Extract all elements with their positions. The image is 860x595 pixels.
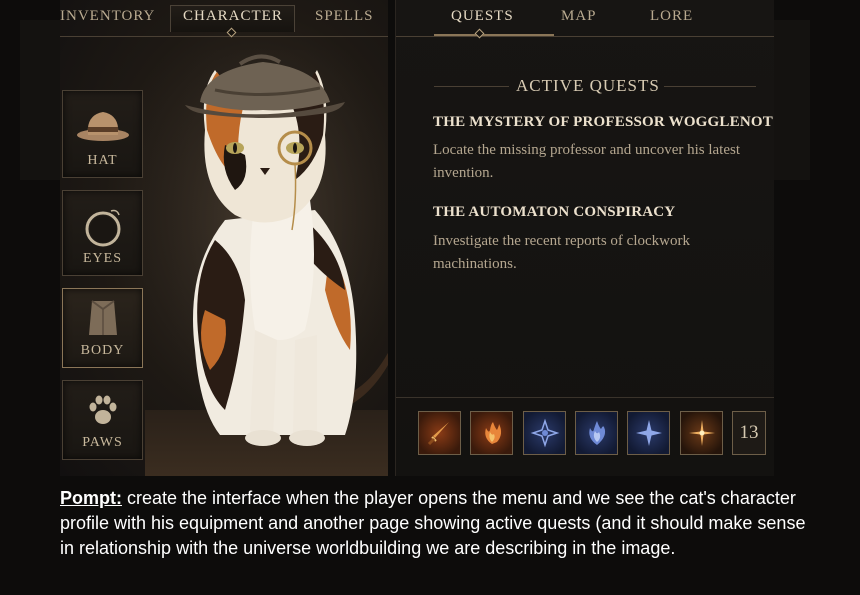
- hat-icon: [76, 112, 129, 141]
- active-tab-underline: [434, 34, 554, 36]
- quest-panel: QUESTS MAP LORE ACTIVE QUESTS THE MYSTER…: [395, 0, 774, 476]
- left-tab-bar: INVENTORY CHARACTER SPELLS: [60, 0, 388, 38]
- sparkle-icon: [688, 420, 715, 446]
- quest-title[interactable]: THE AUTOMATON CONSPIRACY: [433, 204, 675, 221]
- equip-slot-body[interactable]: BODY: [62, 288, 143, 368]
- quests-heading: ACTIVE QUESTS: [516, 76, 660, 95]
- equip-slot-label: EYES: [83, 251, 122, 266]
- prompt-text: create the interface when the player ope…: [60, 488, 806, 558]
- heading-rule-left: [434, 86, 509, 87]
- four-point-star-icon: [635, 420, 662, 446]
- tab-map[interactable]: MAP: [561, 8, 597, 25]
- right-tab-bar: QUESTS MAP LORE: [396, 0, 774, 39]
- ability-slot-blue-flame[interactable]: [575, 411, 618, 455]
- flame-claw-icon: [484, 422, 501, 444]
- tab-quests[interactable]: QUESTS: [451, 8, 514, 25]
- equip-slot-hat[interactable]: HAT: [62, 90, 143, 178]
- ability-slot-flame-claw[interactable]: [470, 411, 513, 455]
- ability-slot-sparkle[interactable]: [680, 411, 723, 455]
- monocle-icon: [85, 209, 120, 247]
- background-shadow-right: [773, 20, 810, 180]
- character-panel: INVENTORY CHARACTER SPELLS HAT EYES BODY…: [60, 0, 388, 476]
- prompt-caption: Pompt: create the interface when the pla…: [60, 486, 820, 561]
- ability-count-badge[interactable]: 13: [732, 411, 766, 455]
- quest-title[interactable]: THE MYSTERY OF PROFESSOR WOGGLENOT: [433, 114, 773, 131]
- cloak-icon: [88, 300, 117, 335]
- equip-slot-eyes[interactable]: EYES: [62, 190, 143, 276]
- blue-flame-icon: [588, 421, 605, 445]
- quest-description: Locate the missing professor and uncover…: [433, 142, 741, 181]
- active-tab-indicator-icon: [474, 28, 485, 39]
- quest-description: Investigate the recent reports of clockw…: [433, 233, 690, 272]
- dagger-icon: [427, 422, 449, 446]
- equip-slot-label: HAT: [87, 153, 118, 168]
- equip-slot-label: PAWS: [82, 435, 123, 450]
- heading-rule-right: [664, 86, 756, 87]
- ability-bar-divider: [396, 397, 774, 398]
- tab-character[interactable]: CHARACTER: [183, 8, 283, 25]
- background-shadow-left: [20, 20, 60, 180]
- equip-slot-paws[interactable]: PAWS: [62, 380, 143, 460]
- prompt-label: Pompt:: [60, 488, 122, 508]
- tab-spells[interactable]: SPELLS: [315, 8, 374, 25]
- equip-slot-label: BODY: [80, 343, 125, 358]
- tab-inventory[interactable]: INVENTORY: [60, 8, 155, 25]
- cat-portrait: [145, 50, 388, 476]
- paw-icon: [89, 395, 116, 424]
- tab-lore[interactable]: LORE: [650, 8, 693, 25]
- ability-slot-dagger[interactable]: [418, 411, 461, 455]
- ability-slot-four-point-star[interactable]: [627, 411, 670, 455]
- star-rune-icon: [530, 418, 559, 448]
- ability-slot-star-rune[interactable]: [523, 411, 566, 455]
